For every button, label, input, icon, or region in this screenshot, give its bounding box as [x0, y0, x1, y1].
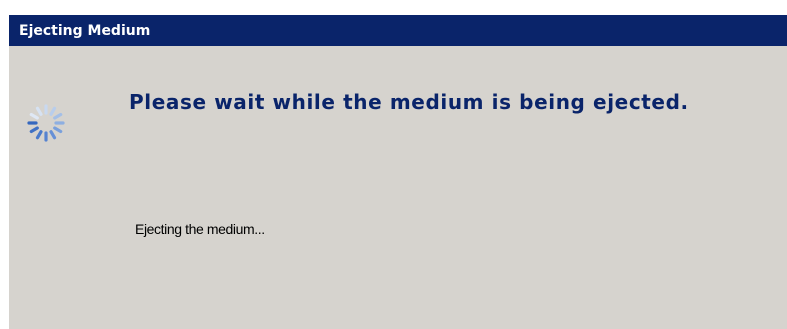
eject-dialog: Ejecting Medium Please wait while the me… [8, 15, 787, 329]
dialog-heading: Please wait while the medium is being ej… [129, 90, 689, 114]
spinner-graphic [27, 104, 65, 142]
window-title: Ejecting Medium [19, 23, 151, 39]
status-text: Ejecting the medium... [135, 221, 265, 237]
title-bar[interactable]: Ejecting Medium [9, 15, 787, 46]
busy-spinner-icon [26, 103, 66, 143]
